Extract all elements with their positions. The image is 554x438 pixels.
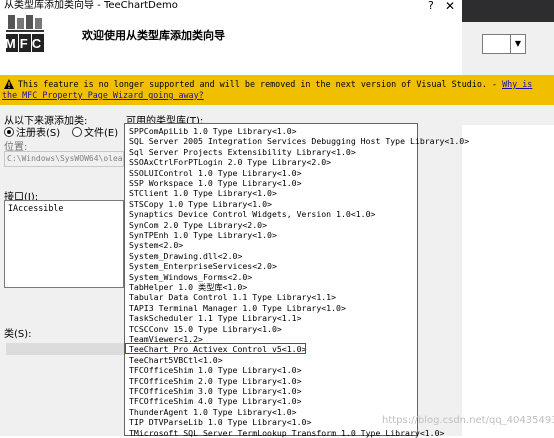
radio-selected-icon — [4, 127, 14, 137]
list-item[interactable]: TeeChart5VBCtl<1.0> — [129, 355, 223, 365]
list-item[interactable]: TabHelper 1.0 类型库<1.0> — [129, 282, 247, 292]
list-item[interactable]: Sql Server Projects Extensibility Librar… — [129, 147, 356, 157]
list-item[interactable]: SynCom 2.0 Type Library<2.0> — [129, 220, 267, 230]
window-title: 从类型库添加类向导 - TeeChartDemo — [4, 0, 178, 11]
list-item[interactable]: STClient 1.0 Type Library<1.0> — [129, 188, 277, 198]
list-item[interactable]: TFCOfficeShim 1.0 Type Library<1.0> — [129, 365, 302, 375]
list-item[interactable]: TFCOfficeShim 4.0 Type Library<1.0> — [129, 396, 302, 406]
list-item[interactable]: TIP DTVParseLib 1.0 Type Library<1.0> — [129, 417, 311, 427]
class-field[interactable] — [6, 343, 124, 355]
radio-unselected-icon — [72, 127, 82, 137]
wizard-header — [0, 13, 462, 73]
warning-link-continued[interactable]: the MFC Property Page Wizard going away? — [2, 90, 204, 100]
list-item[interactable]: TFCOfficeShim 3.0 Type Library<1.0> — [129, 386, 302, 396]
warning-text: This feature is no longer supported and … — [18, 79, 503, 89]
background-dropdown[interactable]: ▼ — [482, 34, 526, 54]
class-label: 类(S): — [4, 329, 32, 340]
list-item[interactable]: STSCopy 1.0 Type Library<1.0> — [129, 199, 272, 209]
list-item[interactable]: SQL Server 2005 Integration Services Deb… — [129, 136, 469, 146]
list-item[interactable]: System_EnterpriseServices<2.0> — [129, 261, 277, 271]
list-item[interactable]: SynTPEnh 1.0 Type Library<1.0> — [129, 230, 277, 240]
warning-link[interactable]: Why is — [502, 79, 532, 89]
list-item[interactable]: TMicrosoft SQL Server TermLookup Transfo… — [129, 428, 444, 438]
logo-text: MFC — [6, 36, 45, 51]
typelib-dropdown-list[interactable]: SPPComApiLib 1.0 Type Library<1.0> SQL Se… — [124, 123, 469, 438]
list-item[interactable]: TFCOfficeShim 2.0 Type Library<1.0> — [129, 376, 302, 386]
list-item[interactable]: SPPComApiLib 1.0 Type Library<1.0> — [129, 126, 297, 136]
list-item[interactable]: System_Drawing.dll<2.0> — [129, 251, 242, 261]
list-item[interactable]: System<2.0> — [129, 240, 183, 250]
list-item[interactable]: TaskScheduler 1.1 Type Library<1.1> — [129, 313, 302, 323]
list-item[interactable]: ThunderAgent 1.0 Type Library<1.0> — [129, 407, 297, 417]
warning-icon — [4, 79, 14, 89]
file-radio-label: 文件(E) — [84, 128, 119, 139]
list-item[interactable]: SSOAxCtrlForPTLogin 2.0 Type Library<2.0… — [129, 157, 331, 167]
mfc-logo-icon: MFC — [6, 15, 45, 52]
location-field[interactable]: C:\Windows\SysWOW64\oleacc. — [4, 151, 124, 167]
close-button[interactable]: ✕ — [445, 0, 455, 13]
highlight-box — [125, 343, 306, 354]
welcome-heading: 欢迎使用从类型库添加类向导 — [82, 29, 225, 42]
chevron-down-icon: ▼ — [510, 35, 525, 53]
list-item[interactable]: Tabular Data Control 1.1 Type Library<1.… — [129, 292, 336, 302]
list-item[interactable]: TAPI3 Terminal Manager 1.0 Type Library<… — [129, 303, 346, 313]
deprecation-warning-banner: This feature is no longer supported and … — [0, 75, 554, 105]
list-item[interactable]: TCSCConv 15.0 Type Library<1.0> — [129, 324, 282, 334]
interfaces-list[interactable]: IAccessible — [4, 200, 124, 288]
watermark: https://blog.csdn.net/qq_40435493 — [382, 415, 554, 426]
list-item[interactable]: IAccessible — [8, 203, 63, 213]
background-editor-titlebar — [462, 0, 554, 22]
help-button[interactable]: ? — [428, 0, 434, 12]
list-item[interactable]: SSP Workspace 1.0 Type Library<1.0> — [129, 178, 302, 188]
list-item[interactable]: Synaptics Device Control Widgets, Versio… — [129, 209, 375, 219]
file-radio[interactable]: 文件(E) — [72, 124, 118, 139]
registry-radio[interactable]: 注册表(S) — [4, 124, 60, 139]
list-item[interactable]: System_Windows_Forms<2.0> — [129, 272, 252, 282]
list-item[interactable]: SSOLUIControl 1.0 Type Library<1.0> — [129, 168, 302, 178]
